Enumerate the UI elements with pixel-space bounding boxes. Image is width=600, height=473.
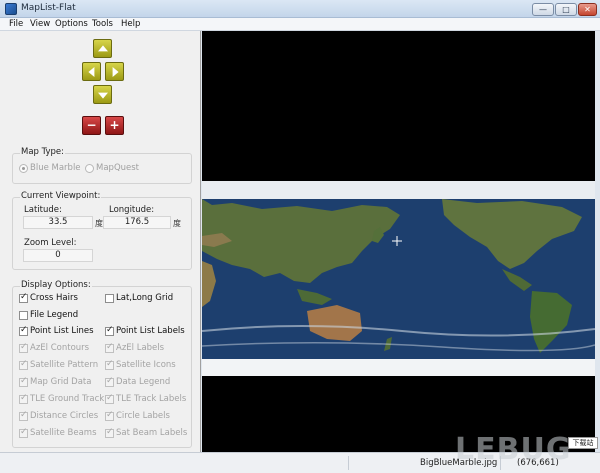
watermark-badge: 下载站 bbox=[568, 437, 598, 449]
longitude-unit: 度 bbox=[173, 219, 181, 228]
distance-circles-checkbox[interactable] bbox=[19, 410, 28, 421]
control-panel: − + Map Type: Blue Marble MapQuest Curre… bbox=[0, 31, 201, 452]
file-legend-checkbox[interactable] bbox=[19, 311, 28, 320]
world-map-image[interactable] bbox=[202, 181, 595, 376]
menu-help[interactable]: Help bbox=[121, 19, 140, 29]
azel-contours-checkbox[interactable] bbox=[19, 342, 28, 353]
tle-ground-track-checkbox[interactable] bbox=[19, 393, 28, 404]
arrow-right-icon bbox=[112, 66, 119, 77]
point-list-lines-label: Point List Lines bbox=[30, 326, 94, 336]
close-button[interactable]: ✕ bbox=[578, 3, 597, 16]
blue-marble-label: Blue Marble bbox=[30, 163, 81, 173]
mapquest-radio[interactable] bbox=[85, 164, 94, 173]
satellite-pattern-label: Satellite Pattern bbox=[30, 360, 99, 370]
latitude-unit: 度 bbox=[95, 219, 103, 228]
map-type-title: Map Type: bbox=[20, 147, 66, 157]
sat-beam-labels-label: Sat Beam Labels bbox=[116, 428, 188, 438]
watermark-logo: LEBUG bbox=[455, 432, 572, 467]
tle-track-labels-checkbox[interactable] bbox=[105, 393, 114, 404]
tle-ground-track-label: TLE Ground Track bbox=[30, 394, 105, 404]
distance-circles-label: Distance Circles bbox=[30, 411, 99, 421]
viewpoint-title: Current Viewpoint: bbox=[20, 191, 102, 201]
menu-tools[interactable]: Tools bbox=[92, 19, 113, 29]
data-legend-checkbox[interactable] bbox=[105, 376, 114, 387]
status-divider bbox=[348, 456, 349, 470]
zoom-level-field[interactable]: 0 bbox=[23, 249, 93, 262]
mapquest-label: MapQuest bbox=[96, 163, 140, 173]
longitude-field[interactable]: 176.5 bbox=[103, 216, 171, 229]
window-title: MapList-Flat bbox=[21, 3, 76, 13]
azel-labels-checkbox[interactable] bbox=[105, 342, 114, 353]
circle-labels-checkbox[interactable] bbox=[105, 410, 114, 421]
cross-hairs-checkbox[interactable] bbox=[19, 292, 28, 303]
longitude-label: Longitude: bbox=[109, 205, 155, 215]
map-grid-data-checkbox[interactable] bbox=[19, 376, 28, 387]
pan-up-button[interactable] bbox=[93, 39, 112, 58]
maximize-button[interactable]: □ bbox=[555, 3, 577, 16]
app-icon bbox=[5, 3, 17, 15]
menu-file[interactable]: File bbox=[9, 19, 23, 29]
lat-long-grid-label: Lat,Long Grid bbox=[116, 293, 174, 303]
menu-bar: File View Options Tools Help bbox=[0, 18, 600, 31]
zoom-level-label: Zoom Level: bbox=[24, 238, 77, 248]
menu-options[interactable]: Options bbox=[55, 19, 88, 29]
circle-labels-label: Circle Labels bbox=[116, 411, 170, 421]
zoom-in-button[interactable]: + bbox=[105, 116, 124, 135]
sat-beam-labels-checkbox[interactable] bbox=[105, 427, 114, 438]
cross-hairs-label: Cross Hairs bbox=[30, 293, 78, 303]
satellite-pattern-checkbox[interactable] bbox=[19, 359, 28, 370]
satellite-beams-label: Satellite Beams bbox=[30, 428, 97, 438]
minimize-button[interactable]: — bbox=[532, 3, 554, 16]
arrow-down-icon bbox=[97, 92, 108, 99]
arrow-left-icon bbox=[87, 66, 94, 77]
azel-labels-label: AzEl Labels bbox=[116, 343, 165, 353]
blue-marble-radio[interactable] bbox=[19, 164, 28, 173]
point-list-labels-checkbox[interactable] bbox=[105, 325, 114, 336]
data-legend-label: Data Legend bbox=[116, 377, 171, 387]
tle-track-labels-label: TLE Track Labels bbox=[116, 394, 187, 404]
zoom-out-button[interactable]: − bbox=[82, 116, 101, 135]
arrow-up-icon bbox=[97, 44, 108, 51]
point-list-lines-checkbox[interactable] bbox=[19, 325, 28, 336]
point-list-labels-label: Point List Labels bbox=[116, 326, 185, 336]
satellite-icons-label: Satellite Icons bbox=[116, 360, 176, 370]
map-viewport[interactable] bbox=[202, 31, 595, 452]
pan-left-button[interactable] bbox=[82, 62, 101, 81]
pan-right-button[interactable] bbox=[105, 62, 124, 81]
file-legend-label: File Legend bbox=[30, 310, 79, 320]
map-grid-data-label: Map Grid Data bbox=[30, 377, 92, 387]
menu-view[interactable]: View bbox=[30, 19, 50, 29]
title-bar: MapList-Flat — □ ✕ bbox=[0, 0, 600, 18]
display-options-title: Display Options: bbox=[20, 280, 92, 290]
pan-down-button[interactable] bbox=[93, 85, 112, 104]
satellite-icons-checkbox[interactable] bbox=[105, 359, 114, 370]
azel-contours-label: AzEl Contours bbox=[30, 343, 90, 353]
latitude-label: Latitude: bbox=[24, 205, 62, 215]
lat-long-grid-checkbox[interactable] bbox=[105, 294, 114, 303]
satellite-beams-checkbox[interactable] bbox=[19, 427, 28, 438]
latitude-field[interactable]: 33.5 bbox=[23, 216, 93, 229]
